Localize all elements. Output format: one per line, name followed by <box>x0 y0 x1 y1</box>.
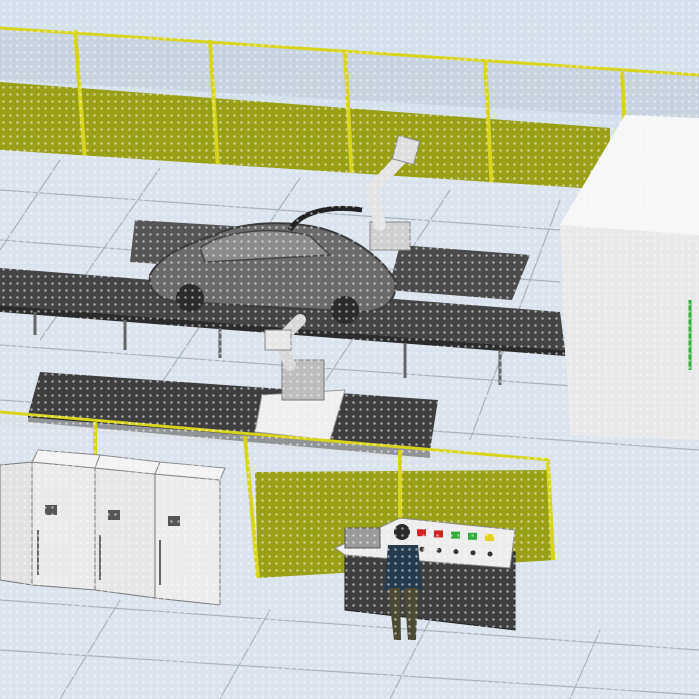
panel-indicator-light <box>468 532 477 540</box>
panel-indicator-light <box>451 531 460 539</box>
panel-indicator-light <box>417 529 426 537</box>
enclosure-front <box>560 225 699 440</box>
panel-indicator-light <box>434 530 443 538</box>
panel-push-button[interactable] <box>419 546 425 552</box>
panel-push-button[interactable] <box>487 551 493 557</box>
panel-indicator-light <box>485 534 494 541</box>
panel-push-button[interactable] <box>470 550 476 556</box>
electrical-cabinet-icon[interactable] <box>0 449 226 606</box>
panel-push-button[interactable] <box>453 549 459 555</box>
simulation-viewport[interactable] <box>0 0 699 699</box>
panel-push-button[interactable] <box>436 547 442 553</box>
robot-cell-3d-view[interactable] <box>0 0 699 699</box>
